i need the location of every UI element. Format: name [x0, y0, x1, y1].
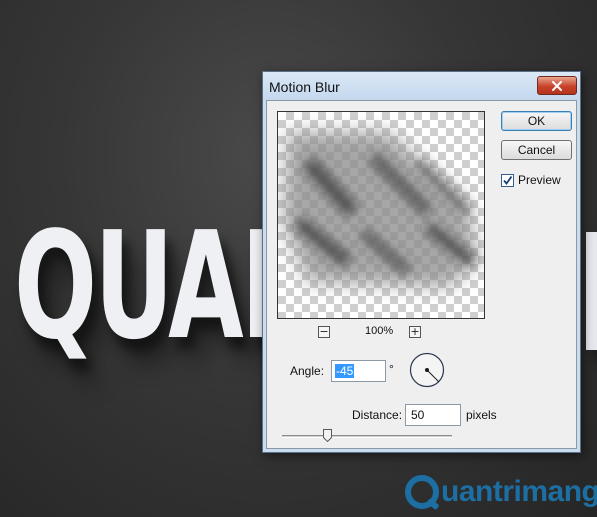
checkmark-icon — [503, 175, 513, 185]
distance-label: Distance: — [352, 408, 403, 422]
close-x-icon — [552, 80, 562, 91]
dialog-title: Motion Blur — [269, 79, 340, 95]
angle-unit: ° — [389, 362, 394, 376]
distance-input[interactable] — [405, 404, 461, 426]
preview-label: Preview — [518, 173, 561, 187]
close-button[interactable] — [537, 76, 577, 95]
distance-slider-track[interactable] — [282, 435, 452, 438]
canvas-artwork-edge — [586, 232, 597, 350]
cancel-button[interactable]: Cancel — [501, 140, 572, 160]
zoom-in-button[interactable]: + — [409, 326, 421, 338]
motion-blur-preview-image — [283, 132, 478, 287]
watermark: uantrimang — [405, 472, 597, 512]
angle-dial-icon[interactable] — [409, 352, 445, 388]
dialog-titlebar[interactable]: Motion Blur — [263, 72, 580, 100]
zoom-out-button[interactable]: − — [318, 326, 330, 338]
dialog-body: − 100% + OK Cancel Preview Angle: -45 ° … — [266, 100, 577, 449]
motion-blur-dialog: Motion Blur − 100% + OK Cancel Preview A… — [262, 71, 581, 453]
filter-preview[interactable] — [277, 111, 485, 319]
angle-label: Angle: — [290, 364, 325, 378]
preview-toggle[interactable]: Preview — [501, 173, 561, 187]
watermark-text: uantrimang — [441, 475, 597, 508]
preview-checkbox[interactable] — [501, 173, 514, 187]
zoom-level: 100% — [365, 325, 394, 337]
ok-button[interactable]: OK — [501, 111, 572, 131]
distance-slider-thumb[interactable] — [323, 429, 333, 442]
angle-input-selection: -45 — [335, 364, 355, 378]
watermark-logo-icon — [405, 475, 439, 509]
distance-unit: pixels — [466, 408, 497, 422]
